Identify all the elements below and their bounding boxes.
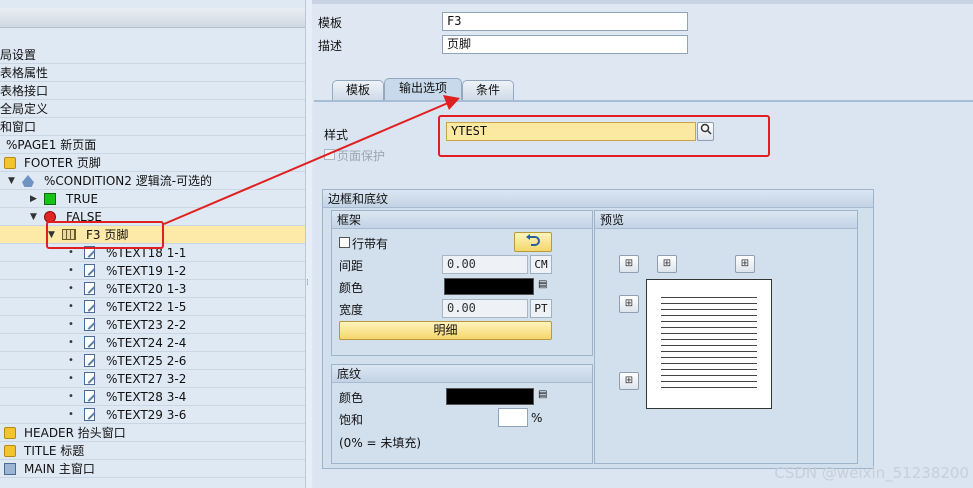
annotation-arrow <box>163 95 460 225</box>
watermark: CSDN @weixin_51238200 <box>774 464 969 482</box>
